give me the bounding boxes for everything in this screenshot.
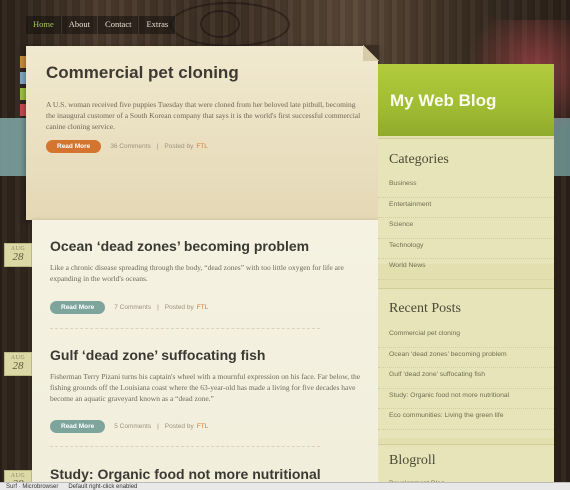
decorative-swirl	[200, 10, 240, 38]
author-link[interactable]: FTL	[197, 423, 209, 430]
comments-link[interactable]: 7 Comments	[114, 304, 151, 311]
page-fold-corner	[363, 45, 379, 61]
author-link[interactable]: FTL	[196, 143, 208, 150]
post-excerpt: Like a chronic disease spreading through…	[50, 263, 344, 283]
nav-extras[interactable]: Extras	[139, 16, 177, 34]
blog-title[interactable]: My Web Blog	[390, 91, 496, 111]
featured-post-meta: Read More 36 Comments | Posted by FTL	[46, 140, 208, 153]
featured-post-excerpt: A U.S. woman received five puppies Tuesd…	[46, 100, 361, 131]
post-excerpt: Fisherman Terry Pizani turns his captain…	[50, 372, 361, 403]
author-link[interactable]: FTL	[197, 304, 209, 311]
post-divider	[50, 446, 320, 447]
posted-by-label: Posted by	[164, 143, 194, 150]
recent-post-link[interactable]: Ocean ‘dead zones’ becoming problem	[378, 348, 554, 368]
status-item: Surf · Microbrowser	[6, 483, 59, 490]
blog-header: My Web Blog	[378, 64, 554, 136]
post-title[interactable]: Study: Organic food not more nutritional	[50, 466, 321, 482]
recent-posts-list: Commercial pet cloning Ocean ‘dead zones…	[378, 327, 554, 430]
meta-separator: |	[157, 304, 159, 311]
comments-link[interactable]: 5 Comments	[114, 423, 151, 430]
post-title[interactable]: Gulf ‘dead zone’ suffocating fish	[50, 347, 265, 363]
post-list: Ocean ‘dead zones’ becoming problem Like…	[32, 220, 378, 490]
featured-post-title[interactable]: Commercial pet cloning	[46, 63, 239, 83]
category-link[interactable]: Business	[378, 177, 554, 198]
featured-post: Commercial pet cloning A U.S. woman rece…	[26, 45, 379, 220]
date-badge: AUG 28	[4, 352, 32, 376]
posted-by-label: Posted by	[164, 304, 194, 311]
nav-contact[interactable]: Contact	[98, 16, 140, 34]
category-link[interactable]: World News	[378, 259, 554, 280]
date-day: 28	[12, 360, 24, 372]
blogroll-heading: Blogroll	[389, 453, 436, 468]
post-meta: Read More 7 Comments | Posted by FTL	[50, 301, 208, 314]
read-more-button[interactable]: Read More	[50, 420, 106, 433]
sidebar: My Web Blog Categories Business Entertai…	[378, 64, 554, 490]
nav-home[interactable]: Home	[26, 16, 62, 34]
category-link[interactable]: Science	[378, 218, 554, 239]
recent-post-link[interactable]: Gulf ‘dead zone’ suffocating fish	[378, 368, 554, 389]
recent-posts-widget: Recent Posts Commercial pet cloning Ocea…	[378, 288, 554, 438]
meta-separator: |	[156, 143, 159, 150]
recent-posts-heading: Recent Posts	[389, 301, 461, 316]
browser-status-bar: Surf · Microbrowser Default right-click …	[0, 482, 570, 490]
category-link[interactable]: Technology	[378, 239, 554, 259]
categories-heading: Categories	[389, 152, 449, 167]
nav-about[interactable]: About	[62, 16, 99, 34]
meta-separator: |	[157, 423, 159, 430]
read-more-button[interactable]: Read More	[46, 140, 102, 153]
main-nav: Home About Contact Extras	[26, 16, 177, 34]
posted-by-label: Posted by	[164, 423, 194, 430]
recent-post-link[interactable]: Study: Organic food not more nutritional	[378, 389, 554, 409]
post-meta: Read More 5 Comments | Posted by FTL	[50, 420, 208, 433]
categories-widget: Categories Business Entertainment Scienc…	[378, 138, 554, 280]
read-more-button[interactable]: Read More	[50, 301, 106, 314]
post-divider	[50, 328, 320, 329]
recent-post-link[interactable]: Eco communities: Living the green life	[378, 409, 554, 430]
category-link[interactable]: Entertainment	[378, 198, 554, 218]
status-item: Default right-click enabled	[68, 483, 138, 490]
post-title[interactable]: Ocean ‘dead zones’ becoming problem	[50, 238, 309, 254]
date-badge: AUG 28	[4, 243, 32, 267]
comments-link[interactable]: 36 Comments	[110, 143, 150, 150]
date-day: 28	[12, 251, 24, 263]
recent-post-link[interactable]: Commercial pet cloning	[378, 327, 554, 348]
categories-list: Business Entertainment Science Technolog…	[378, 177, 554, 280]
